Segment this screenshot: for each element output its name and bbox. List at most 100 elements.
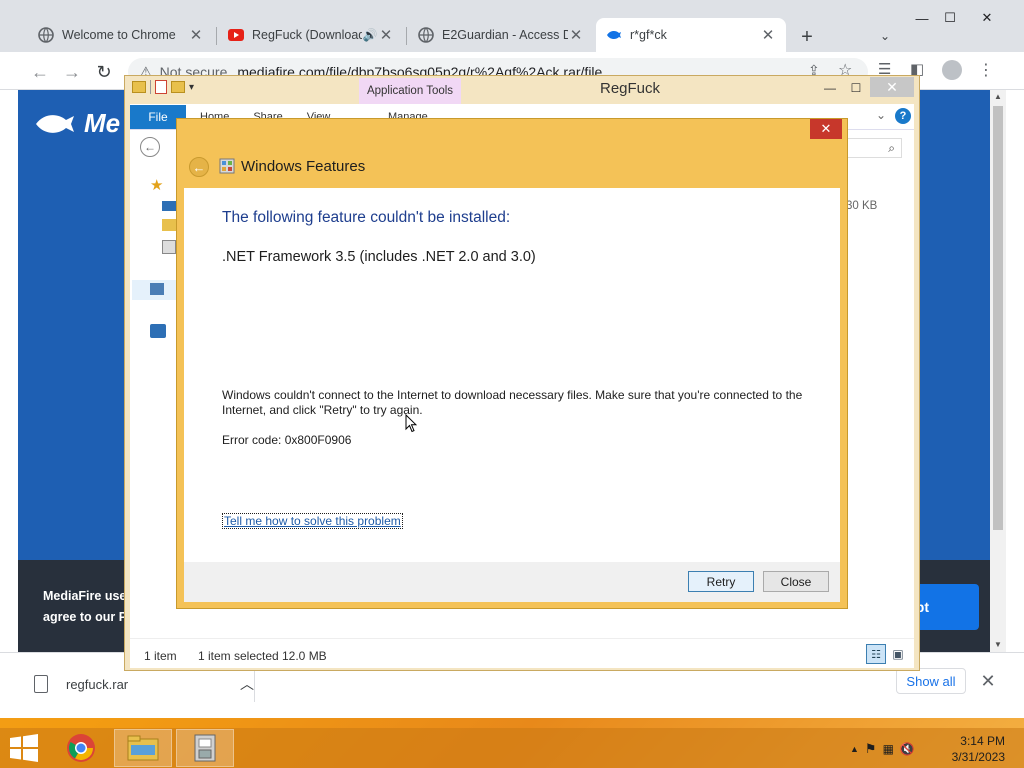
- menu-kebab-icon[interactable]: ⋮: [978, 60, 994, 80]
- properties-icon[interactable]: [155, 80, 167, 94]
- computer-icon: [150, 283, 164, 295]
- close-window-button[interactable]: ✕: [970, 8, 1004, 28]
- scrollbar-thumb[interactable]: [993, 106, 1003, 530]
- tab-close-icon[interactable]: ✕: [568, 27, 584, 44]
- cookie-banner-text: MediaFire use agree to our P: [43, 586, 133, 628]
- this-pc-item[interactable]: [132, 280, 178, 300]
- maximize-button[interactable]: ☐: [936, 8, 964, 28]
- explorer-close-button[interactable]: ✕: [870, 77, 914, 97]
- youtube-icon: [228, 27, 244, 43]
- selected-count: 1 item selected: [198, 649, 279, 663]
- download-item[interactable]: regfuck.rar ︿: [34, 666, 254, 702]
- chevron-up-icon[interactable]: ︿: [240, 674, 254, 694]
- action-center-flag-icon[interactable]: ⚑: [865, 741, 877, 757]
- tab-close-icon[interactable]: ✕: [760, 27, 776, 44]
- explorer-back-button[interactable]: ←: [140, 137, 160, 157]
- close-button[interactable]: Close: [763, 571, 829, 592]
- error-code: Error code: 0x800F0906: [222, 433, 352, 447]
- details-view-icon[interactable]: ☷: [866, 644, 886, 664]
- network-tray-icon[interactable]: ▦: [883, 742, 894, 756]
- retry-button[interactable]: Retry: [688, 571, 754, 592]
- taskbar-clock[interactable]: 3:14 PM 3/31/2023: [945, 733, 1005, 765]
- logo-text: Me: [84, 108, 121, 138]
- installer-icon: [194, 734, 216, 762]
- mediafire-icon: [606, 27, 622, 43]
- globe-icon: [418, 27, 434, 43]
- tab-title: r*gf*ck: [630, 28, 667, 42]
- help-link[interactable]: Tell me how to solve this problem: [222, 513, 403, 529]
- mediafire-flame-icon: [36, 114, 74, 133]
- explorer-search-box[interactable]: ⌕: [846, 138, 902, 158]
- taskbar-file-explorer[interactable]: [114, 729, 172, 767]
- windows-start-icon[interactable]: [8, 734, 40, 762]
- tab-title: E2Guardian - Access De: [442, 28, 568, 42]
- windows-features-icon: [219, 158, 235, 174]
- quick-access-toolbar: ▾: [132, 80, 194, 94]
- qat-separator: [150, 80, 151, 94]
- scroll-up-icon[interactable]: ▲: [994, 92, 1002, 101]
- help-icon[interactable]: ?: [895, 108, 911, 124]
- dialog-heading: The following feature couldn't be instal…: [222, 209, 511, 226]
- audio-icon[interactable]: 🔊: [362, 27, 378, 43]
- explorer-minimize-button[interactable]: —: [818, 80, 842, 96]
- tab-mediafire[interactable]: r*gf*ck ✕: [596, 18, 786, 52]
- folder-icon[interactable]: [132, 81, 146, 93]
- new-tab-button[interactable]: +: [796, 26, 818, 48]
- network-icon[interactable]: [150, 324, 166, 338]
- download-separator: [254, 670, 255, 702]
- forward-button[interactable]: →: [60, 60, 84, 84]
- file-explorer-icon: [127, 735, 159, 761]
- chrome-icon: [67, 734, 95, 762]
- tab-title: RegFuck (Download: [252, 28, 362, 42]
- new-folder-icon[interactable]: [171, 81, 185, 93]
- cookie-text-line: agree to our P: [43, 610, 128, 624]
- download-filename: regfuck.rar: [66, 676, 129, 692]
- dialog-close-icon[interactable]: ✕: [810, 119, 842, 139]
- selected-size: 12.0 MB: [282, 649, 327, 663]
- close-download-bar-icon[interactable]: ✕: [978, 670, 998, 692]
- search-icon: ⌕: [888, 140, 895, 155]
- tab-welcome[interactable]: Welcome to Chrome ✕: [28, 18, 214, 52]
- qat-dropdown-icon[interactable]: ▾: [189, 82, 194, 93]
- tab-separator: [406, 27, 407, 45]
- tab-close-icon[interactable]: ✕: [188, 27, 204, 44]
- dialog-title: Windows Features: [241, 158, 366, 175]
- scroll-down-icon[interactable]: ▼: [994, 640, 1002, 649]
- feature-name: .NET Framework 3.5 (includes .NET 2.0 an…: [222, 249, 536, 265]
- file-icon: [34, 675, 48, 693]
- recent-places-icon[interactable]: [162, 240, 176, 254]
- minimize-button[interactable]: —: [908, 8, 936, 28]
- favorites-star-icon[interactable]: ★: [150, 176, 163, 194]
- application-tools-label: Application Tools: [359, 78, 461, 104]
- item-count: 1 item: [144, 649, 177, 663]
- cookie-text-line: MediaFire use: [43, 589, 127, 603]
- tab-regfuck-youtube[interactable]: RegFuck (Download 🔊 ✕: [218, 18, 404, 52]
- desktop-icon[interactable]: [162, 201, 176, 211]
- show-all-button[interactable]: Show all: [896, 668, 966, 694]
- mediafire-logo[interactable]: Me: [34, 108, 120, 139]
- tab-separator: [216, 27, 217, 45]
- profile-avatar[interactable]: [942, 60, 962, 80]
- taskbar-installer[interactable]: [176, 729, 234, 767]
- explorer-title: RegFuck: [600, 80, 661, 97]
- back-button[interactable]: ←: [28, 60, 52, 84]
- dialog-back-button[interactable]: ←: [189, 157, 209, 177]
- tab-close-icon[interactable]: ✕: [378, 27, 394, 44]
- volume-muted-icon[interactable]: 🔇: [900, 742, 915, 756]
- file-size-value: 30 KB: [846, 200, 878, 212]
- globe-icon: [38, 27, 54, 43]
- show-hidden-icons-chevron-icon[interactable]: ▲: [850, 744, 859, 754]
- explorer-maximize-button[interactable]: ☐: [844, 80, 868, 96]
- tab-e2guardian[interactable]: E2Guardian - Access De ✕: [408, 18, 594, 52]
- taskbar-chrome[interactable]: [52, 729, 110, 767]
- mouse-cursor-icon: [405, 414, 417, 433]
- system-tray: ▲ ⚑ ▦ 🔇: [850, 736, 915, 762]
- error-message: Windows couldn't connect to the Internet…: [222, 388, 803, 417]
- large-icons-view-icon[interactable]: ▣: [890, 646, 906, 662]
- downloads-folder-icon[interactable]: [162, 219, 176, 231]
- ribbon-expand-chevron-icon[interactable]: ⌄: [876, 108, 886, 122]
- tab-search-chevron-icon[interactable]: ⌄: [876, 26, 894, 46]
- clock-date: 3/31/2023: [951, 750, 1005, 764]
- reload-button[interactable]: ↻: [92, 60, 116, 84]
- tab-title: Welcome to Chrome: [62, 28, 176, 42]
